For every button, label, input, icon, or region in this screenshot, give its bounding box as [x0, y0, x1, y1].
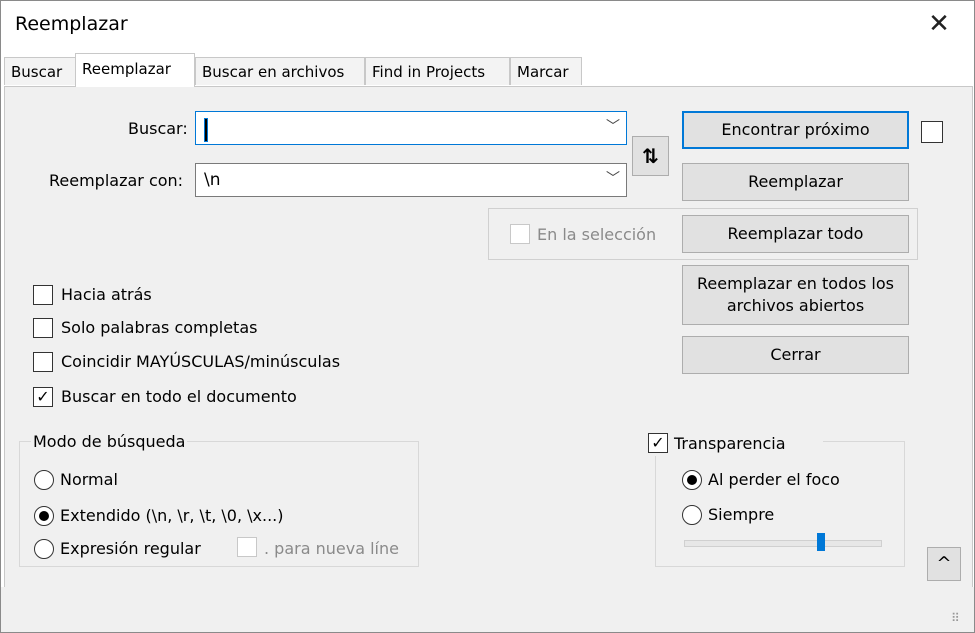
- search-mode-title: Modo de búsqueda: [31, 432, 188, 451]
- wrap-around-checkbox[interactable]: ✓: [33, 387, 53, 407]
- tab-find-in-projects[interactable]: Find in Projects: [365, 57, 510, 85]
- on-lose-focus-radio[interactable]: [682, 470, 702, 490]
- replace-value: \n: [204, 170, 221, 190]
- replace-all-open-line1: Reemplazar en todos los: [696, 274, 894, 293]
- chevron-down-icon[interactable]: ﹀: [606, 168, 620, 188]
- dot-newline-checkbox[interactable]: [237, 537, 257, 557]
- replace-all-open-files-button[interactable]: Reemplazar en todos los archivos abierto…: [682, 265, 909, 325]
- find-option-checkbox[interactable]: [921, 121, 943, 143]
- backward-label: Hacia atrás: [61, 285, 152, 304]
- in-selection-label: En la selección: [537, 225, 657, 244]
- collapse-button[interactable]: ^: [927, 547, 961, 581]
- mode-normal-radio[interactable]: [34, 470, 54, 490]
- whole-word-label: Solo palabras completas: [61, 318, 258, 337]
- status-bar: [1, 587, 974, 632]
- tab-buscar[interactable]: Buscar: [4, 57, 76, 85]
- tab-strip: Buscar Reemplazar Buscar en archivos Fin…: [1, 53, 974, 87]
- title-bar: Reemplazar ✕: [1, 1, 974, 47]
- transparency-group: [655, 441, 905, 567]
- mode-extended-radio[interactable]: [34, 506, 54, 526]
- replace-dialog: Reemplazar ✕ Buscar Reemplazar Buscar en…: [0, 0, 975, 633]
- in-selection-checkbox[interactable]: [510, 224, 530, 244]
- tab-reemplazar[interactable]: Reemplazar: [75, 53, 195, 87]
- search-input[interactable]: ﹀: [195, 111, 627, 145]
- transparency-slider-thumb[interactable]: [817, 533, 825, 551]
- replace-all-open-line2: archivos abiertos: [726, 296, 865, 315]
- dot-newline-label: . para nueva líne: [264, 539, 399, 558]
- transparency-slider[interactable]: [684, 540, 882, 547]
- mode-normal-label: Normal: [60, 470, 118, 489]
- backward-checkbox[interactable]: [33, 285, 53, 305]
- whole-word-checkbox[interactable]: [33, 318, 53, 338]
- search-label: Buscar:: [128, 119, 188, 138]
- match-case-label: Coincidir MAYÚSCULAS/minúsculas: [61, 352, 341, 371]
- replace-all-button[interactable]: Reemplazar todo: [682, 215, 909, 253]
- replace-label: Reemplazar con:: [49, 171, 184, 190]
- on-lose-focus-label: Al perder el foco: [708, 470, 840, 489]
- always-label: Siempre: [708, 505, 775, 524]
- always-radio[interactable]: [682, 505, 702, 525]
- chevron-down-icon[interactable]: ﹀: [606, 116, 620, 136]
- wrap-around-label: Buscar en todo el documento: [61, 387, 297, 406]
- swap-icon[interactable]: ⇅: [632, 136, 669, 176]
- find-next-button[interactable]: Encontrar próximo: [682, 111, 909, 149]
- search-value: [204, 118, 208, 142]
- mode-extended-label: Extendido (\n, \r, \t, \0, \x...): [60, 506, 284, 525]
- text-cursor: [204, 118, 208, 142]
- transparency-label: Transparencia: [674, 434, 786, 453]
- window-title: Reemplazar: [15, 13, 128, 35]
- transparency-checkbox[interactable]: ✓: [648, 433, 668, 453]
- close-button[interactable]: Cerrar: [682, 336, 909, 374]
- tab-marcar[interactable]: Marcar: [510, 57, 582, 85]
- tab-buscar-en-archivos[interactable]: Buscar en archivos: [195, 57, 365, 85]
- resize-grip-icon[interactable]: ⠿: [951, 611, 960, 625]
- match-case-checkbox[interactable]: [33, 352, 53, 372]
- close-icon[interactable]: ✕: [919, 5, 959, 43]
- replace-button[interactable]: Reemplazar: [682, 163, 909, 201]
- mode-regex-label: Expresión regular: [60, 539, 201, 558]
- mode-regex-radio[interactable]: [34, 539, 54, 559]
- replace-input[interactable]: \n ﹀: [195, 163, 627, 197]
